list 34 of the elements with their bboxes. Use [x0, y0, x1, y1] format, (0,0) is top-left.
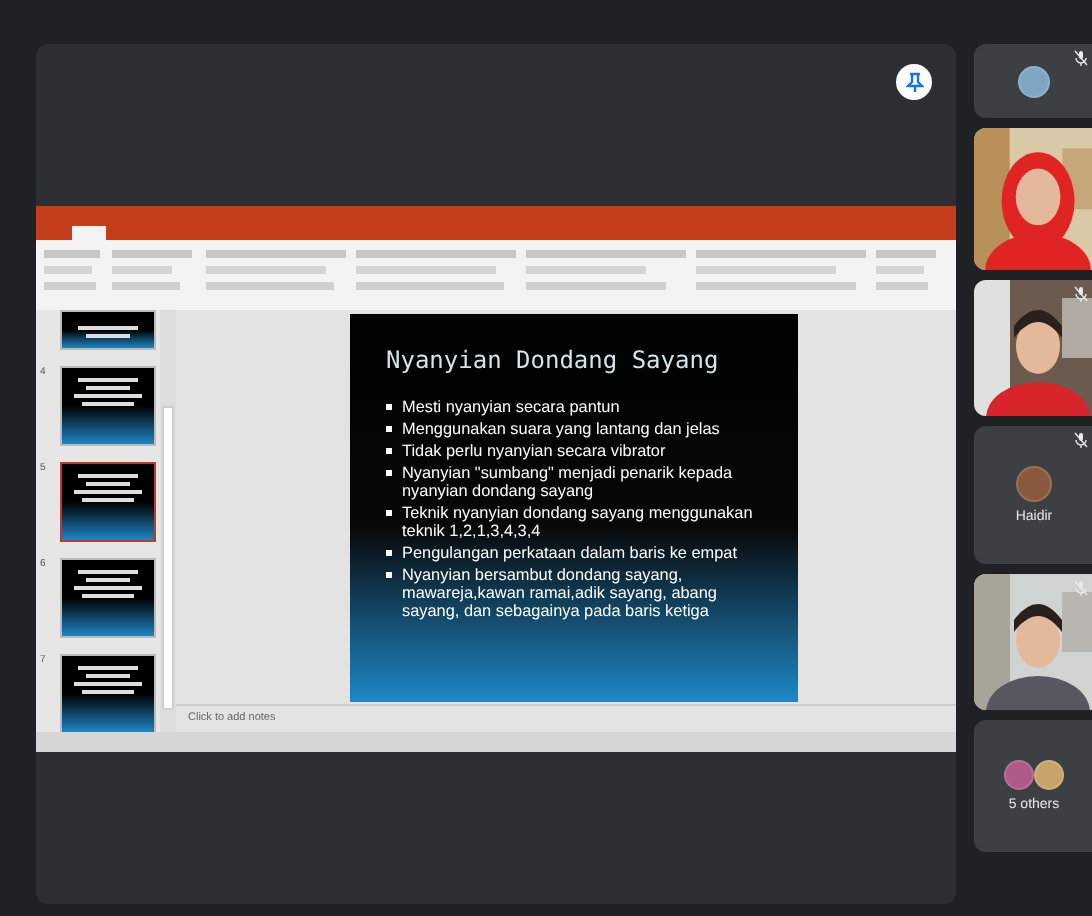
mic-off-icon: [1074, 50, 1088, 66]
bullet-text: Teknik nyanyian dondang sayang menggunakan teknik 1,2,1,3,4,3,4: [402, 503, 755, 540]
bullet-icon: [386, 549, 392, 556]
bullet-icon: [386, 469, 392, 476]
slide-title: Nyanyian Dondang Sayang: [386, 345, 721, 373]
bullet-icon: [386, 571, 392, 578]
participant-tile[interactable]: [974, 574, 1092, 710]
slide-thumbnail[interactable]: [60, 654, 156, 732]
participant-tile[interactable]: [974, 280, 1092, 416]
bullet-text: Tidak perlu nyanyian secara vibrator: [402, 441, 666, 460]
mic-off-icon: [1074, 432, 1088, 448]
participant-tile[interactable]: [974, 44, 1092, 118]
slide-thumbnail[interactable]: [60, 366, 156, 446]
bullet-icon: [386, 425, 392, 432]
bullet-text: Menggunakan suara yang lantang dan jelas: [402, 419, 720, 438]
bullet-text: Pengulangan perkataan dalam baris ke empat: [402, 543, 737, 562]
bullet-text: Nyanyian "sumbang" menjadi penarik kepada nyanyian dondang sayang: [402, 463, 735, 500]
slide-thumbnail[interactable]: [60, 558, 156, 638]
scrollbar[interactable]: [162, 406, 174, 710]
bullet-text: Nyanyian bersambut dondang sayang, mawareja,kawan ramai,adik sayang, abang sayang, dan sebagainya pada baris ketiga: [402, 565, 719, 620]
slide-thumbnail[interactable]: [60, 462, 156, 542]
avatar: [1018, 65, 1050, 97]
mic-off-icon: [1074, 580, 1088, 596]
bullet-text: Mesti nyanyian secara pantun: [402, 397, 620, 416]
avatar: [1034, 760, 1064, 790]
participant-tile[interactable]: [974, 128, 1092, 270]
slide-thumbnail[interactable]: [60, 310, 156, 350]
bullet-icon: [386, 403, 392, 409]
bullet-icon: [386, 509, 392, 516]
bullet-icon: [386, 447, 392, 454]
avatar: [1016, 466, 1052, 502]
avatar: [1004, 760, 1034, 790]
pin-icon[interactable]: [896, 64, 932, 100]
mic-off-icon: [1074, 286, 1088, 302]
